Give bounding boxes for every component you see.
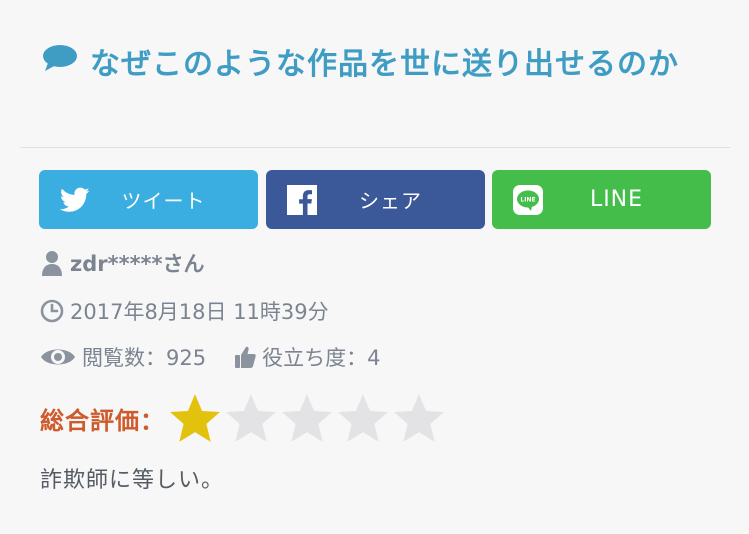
views-count: 閲覧数：925: [82, 346, 207, 370]
clock-icon: [40, 299, 64, 323]
stats-row: 閲覧数：925 役立ち度：4: [40, 342, 380, 372]
facebook-f-icon: [286, 184, 318, 216]
rating-label: 総合評価：: [40, 406, 165, 435]
overall-rating: 総合評価：: [40, 392, 447, 444]
eye-icon: [40, 345, 76, 369]
review-comment: 詐欺師に等しい。: [40, 468, 225, 493]
divider: [20, 147, 730, 148]
facebook-share-button[interactable]: シェア: [266, 170, 485, 229]
twitter-share-button[interactable]: ツイート: [39, 170, 258, 229]
author-name[interactable]: zdr*****さん: [70, 248, 205, 278]
helpful-count: 役立ち度：4: [262, 346, 381, 370]
star-empty-icon: [338, 394, 388, 442]
star-empty-icon: [226, 394, 276, 442]
star-empty-icon: [282, 394, 332, 442]
svg-text:LINE: LINE: [520, 197, 535, 204]
star-rating: [167, 392, 447, 444]
author-row: zdr*****さん: [40, 248, 205, 278]
thumbs-up-icon: [234, 345, 256, 369]
date-row: 2017年8月18日 11時39分: [40, 296, 329, 326]
review-title: なぜこのような作品を世に送り出せるのか: [42, 44, 722, 87]
line-icon: LINE: [512, 184, 544, 216]
star-filled-icon: [170, 394, 220, 442]
speech-bubble-icon: [42, 42, 78, 84]
review-title-text: なぜこのような作品を世に送り出せるのか: [90, 47, 679, 82]
review-date: 2017年8月18日 11時39分: [70, 300, 329, 324]
twitter-bird-icon: [59, 184, 91, 216]
user-icon: [40, 250, 64, 276]
line-share-button[interactable]: LINE LINE: [492, 170, 711, 229]
star-empty-icon: [394, 394, 444, 442]
